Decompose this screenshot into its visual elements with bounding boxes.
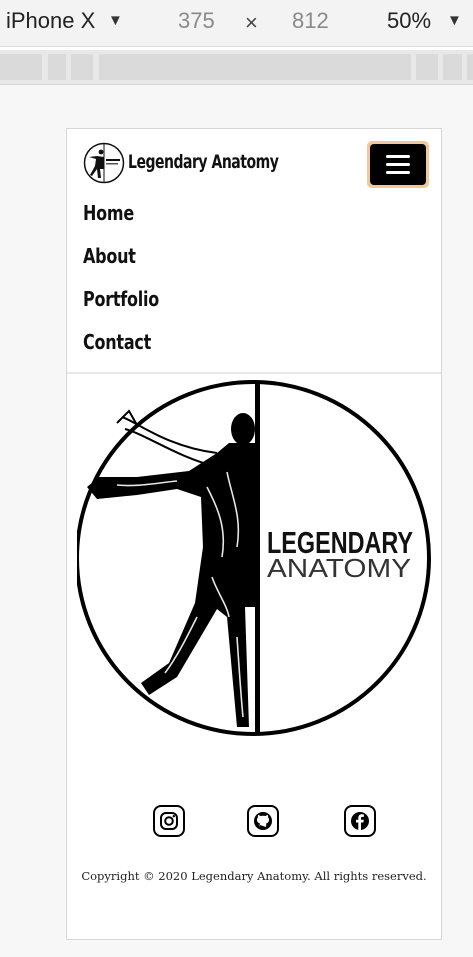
brand-name-link[interactable]: Legendary Anatomy [128, 151, 279, 173]
device-dropdown-icon[interactable]: ▼ [108, 12, 123, 29]
ruler-segment[interactable] [467, 54, 473, 80]
hero-logo: LEGENDARY ANATOMY [77, 380, 431, 736]
ruler-segment[interactable] [416, 54, 438, 80]
emulated-page: Legendary Anatomy Home About Portfolio C… [66, 128, 442, 940]
facebook-icon[interactable] [344, 805, 376, 837]
width-input[interactable]: 375 [178, 8, 215, 34]
footer-copyright: Copyright © 2020 Legendary Anatomy. All … [81, 869, 427, 883]
nav-link-home[interactable]: Home [83, 199, 159, 242]
github-icon[interactable] [247, 805, 279, 837]
navbar: Legendary Anatomy Home About Portfolio C… [67, 129, 441, 374]
dimension-separator: × [245, 10, 258, 35]
media-query-ruler[interactable] [0, 50, 473, 85]
ruler-segment[interactable] [99, 54, 411, 80]
hero-logo-subtitle: ANATOMY [267, 553, 411, 583]
ruler-segment[interactable] [71, 54, 93, 80]
height-input[interactable]: 812 [292, 8, 329, 34]
zoom-select[interactable]: 50% [387, 8, 431, 34]
zoom-dropdown-icon[interactable]: ▼ [447, 12, 462, 29]
ruler-segment[interactable] [48, 54, 66, 80]
brand-logo-icon[interactable] [83, 142, 125, 184]
ruler-segment[interactable] [443, 54, 462, 80]
nav-link-contact[interactable]: Contact [83, 328, 159, 371]
menu-toggle-button[interactable] [367, 141, 429, 188]
ruler-segment[interactable] [0, 54, 42, 80]
nav-menu: Home About Portfolio Contact [83, 199, 178, 371]
instagram-icon[interactable] [153, 805, 185, 837]
hamburger-icon [370, 144, 426, 185]
device-toolbar: iPhone X ▼ 375 × 812 50% ▼ [0, 0, 473, 47]
nav-link-portfolio[interactable]: Portfolio [83, 285, 159, 328]
device-select[interactable]: iPhone X [6, 8, 95, 34]
nav-link-about[interactable]: About [83, 242, 159, 285]
